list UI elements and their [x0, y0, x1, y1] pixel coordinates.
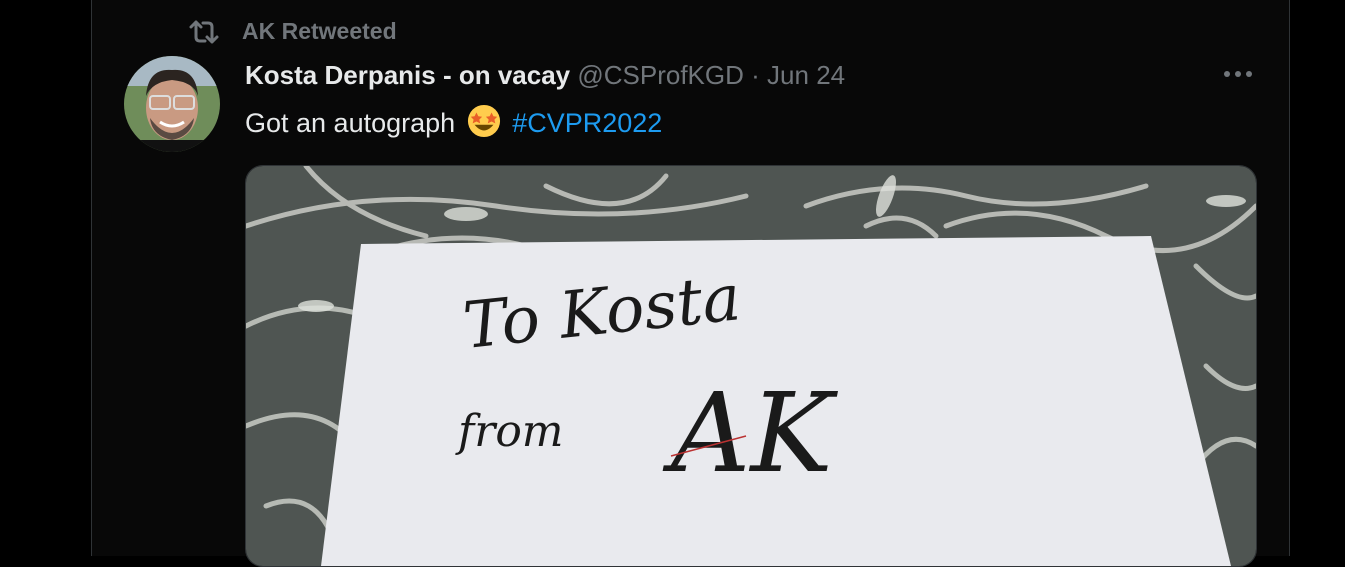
star-struck-emoji-icon [467, 104, 500, 138]
retweet-label: AK Retweeted [242, 18, 397, 44]
tweet-photo[interactable]: To Kosta from AK [245, 165, 1257, 567]
more-icon [1224, 71, 1252, 77]
retweet-context[interactable]: AK Retweeted [188, 18, 397, 45]
hashtag-link[interactable]: #CVPR2022 [512, 108, 662, 138]
tweet-text: Got an autograph #CVPR2022 [245, 104, 662, 139]
avatar[interactable] [124, 56, 220, 152]
retweet-icon [189, 20, 219, 43]
separator: · [751, 60, 760, 90]
author-name[interactable]: Kosta Derpanis - on vacay [245, 60, 570, 90]
handwriting-ak: AK [662, 369, 838, 497]
handwriting-from: from [455, 406, 564, 457]
author-handle[interactable]: @CSProfKGD [577, 60, 744, 90]
tweet-header: Kosta Derpanis - on vacay @CSProfKGD · J… [245, 60, 845, 91]
more-button[interactable] [1222, 66, 1254, 87]
tweet-date[interactable]: Jun 24 [767, 60, 845, 90]
tweet-body: Got an autograph [245, 108, 456, 138]
